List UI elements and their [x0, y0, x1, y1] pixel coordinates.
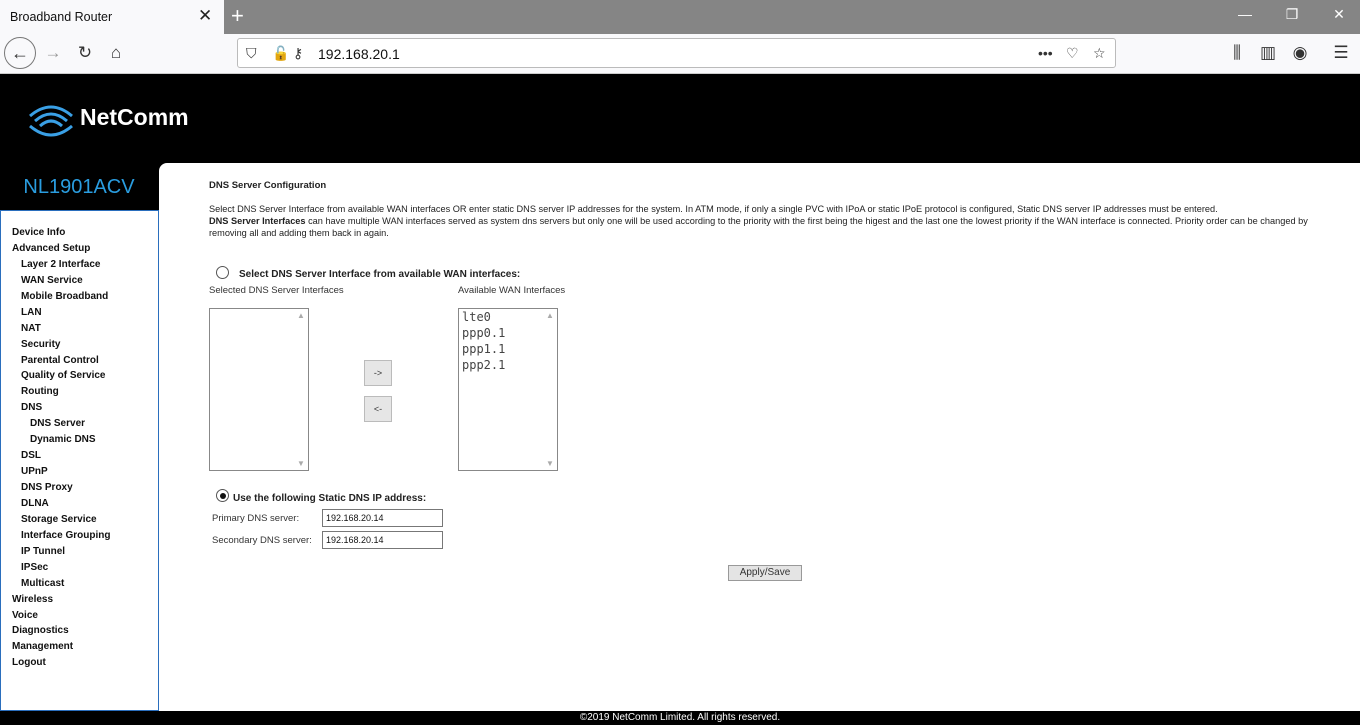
key-icon[interactable]: ⚷	[293, 45, 303, 62]
scroll-down-icon[interactable]: ▼	[297, 459, 305, 468]
static-dns-radio-label: Use the following Static DNS IP address:	[233, 493, 427, 504]
netcomm-logo: NetComm	[28, 100, 189, 143]
available-interfaces-label: Available WAN Interfaces	[458, 285, 566, 296]
interface-radio-label: Select DNS Server Interface from availab…	[239, 269, 521, 280]
available-interfaces-list[interactable]: ▲ ▼ lte0 ppp0.1 ppp1.1 ppp2.1	[458, 308, 558, 471]
remove-interface-button[interactable]: <-	[364, 396, 392, 422]
shield-icon[interactable]: ⛉	[246, 45, 257, 62]
primary-dns-label: Primary DNS server:	[212, 513, 300, 524]
sidebar-item-management[interactable]: Management	[1, 639, 158, 655]
scrollbar[interactable]: ▲ ▼	[543, 309, 557, 470]
sidebar-item-upnp[interactable]: UPnP	[1, 464, 158, 480]
sidebar-item-storage-service[interactable]: Storage Service	[1, 512, 158, 528]
library-icon[interactable]: ⫼	[1225, 43, 1249, 63]
sidebar-item-multicast[interactable]: Multicast	[1, 576, 158, 592]
sidebar-item-dns-server[interactable]: DNS Server	[1, 416, 158, 432]
home-icon[interactable]: ⌂	[104, 43, 128, 63]
page-title: DNS Server Configuration	[209, 180, 327, 191]
sidebar-icon[interactable]: ▥	[1256, 43, 1280, 63]
minimize-icon[interactable]: —	[1235, 6, 1255, 22]
forward-icon[interactable]: →	[41, 43, 65, 63]
tab-title: Broadband Router	[10, 10, 113, 24]
sidebar-item-dynamic-dns[interactable]: Dynamic DNS	[1, 432, 158, 448]
primary-dns-input[interactable]: 192.168.20.14	[322, 509, 443, 527]
sidebar-item-interface-grouping[interactable]: Interface Grouping	[1, 528, 158, 544]
new-tab-icon[interactable]: +	[231, 3, 244, 29]
restore-icon[interactable]: ❐	[1282, 6, 1302, 23]
router-page: NetComm NL1901ACV Device Info Advanced Se…	[0, 74, 1360, 725]
sidebar-item-dlna[interactable]: DLNA	[1, 496, 158, 512]
menu-icon[interactable]: ☰	[1329, 43, 1353, 63]
wifi-logo-icon	[29, 105, 73, 137]
sidebar-item-diagnostics[interactable]: Diagnostics	[1, 623, 158, 639]
browser-nav-bar: ← → ↻ ⌂ ⛉ 🔓 ⚷ 192.168.20.1 ••• ♡ ☆ ⫼ ▥ ◉…	[0, 34, 1360, 74]
sidebar-item-quality-of-service[interactable]: Quality of Service	[1, 368, 158, 384]
main-content: DNS Server Configuration Select DNS Serv…	[159, 163, 1360, 711]
sidebar-item-ip-tunnel[interactable]: IP Tunnel	[1, 544, 158, 560]
sidebar-item-advanced-setup[interactable]: Advanced Setup	[1, 241, 158, 257]
sidebar-item-security[interactable]: Security	[1, 337, 158, 353]
sidebar-item-routing[interactable]: Routing	[1, 384, 158, 400]
close-tab-icon[interactable]: ✕	[198, 6, 212, 26]
brand-name: NetComm	[80, 104, 189, 130]
sidebar-item-dns[interactable]: DNS	[1, 400, 158, 416]
sidebar-item-layer-2-interface[interactable]: Layer 2 Interface	[1, 257, 158, 273]
sidebar-item-lan[interactable]: LAN	[1, 305, 158, 321]
footer-copyright: ©2019 NetComm Limited. All rights reserv…	[0, 711, 1360, 725]
description-line-1: Select DNS Server Interface from availab…	[209, 204, 1218, 214]
static-dns-radio[interactable]	[216, 489, 229, 502]
sidebar-item-parental-control[interactable]: Parental Control	[1, 353, 158, 369]
bookmark-star-icon[interactable]: ☆	[1093, 45, 1106, 62]
sidebar-item-dsl[interactable]: DSL	[1, 448, 158, 464]
interface-radio[interactable]	[216, 266, 229, 279]
add-interface-button[interactable]: ->	[364, 360, 392, 386]
description-line-2: can have multiple WAN interfaces served …	[209, 216, 1308, 238]
sidebar-item-logout[interactable]: Logout	[1, 655, 158, 671]
back-icon[interactable]: ←	[4, 37, 36, 69]
reload-icon[interactable]: ↻	[73, 43, 97, 63]
description-bold: DNS Server Interfaces	[209, 216, 306, 226]
sidebar-item-dns-proxy[interactable]: DNS Proxy	[1, 480, 158, 496]
insecure-lock-icon[interactable]: 🔓	[272, 45, 289, 62]
scroll-up-icon[interactable]: ▲	[297, 311, 305, 320]
browser-tab-bar: Broadband Router ✕ + — ❐ ✕	[0, 0, 1360, 34]
more-icon[interactable]: •••	[1038, 45, 1053, 61]
sidebar-item-voice[interactable]: Voice	[1, 608, 158, 624]
close-window-icon[interactable]: ✕	[1329, 6, 1349, 23]
selected-interfaces-list[interactable]: ▲ ▼	[209, 308, 309, 471]
sidebar-item-mobile-broadband[interactable]: Mobile Broadband	[1, 289, 158, 305]
model-name: NL1901ACV	[23, 176, 135, 198]
sidebar-item-ipsec[interactable]: IPSec	[1, 560, 158, 576]
sidebar-nav: Device Info Advanced Setup Layer 2 Interfa…	[0, 210, 159, 711]
url-bar[interactable]: ⛉ 🔓 ⚷ 192.168.20.1 ••• ♡ ☆	[237, 38, 1116, 68]
sidebar-item-wireless[interactable]: Wireless	[1, 592, 158, 608]
secondary-dns-input[interactable]: 192.168.20.14	[322, 531, 443, 549]
scroll-down-icon[interactable]: ▼	[546, 459, 554, 468]
pocket-icon[interactable]: ♡	[1066, 45, 1079, 62]
sidebar-item-device-info[interactable]: Device Info	[1, 225, 158, 241]
sidebar-item-nat[interactable]: NAT	[1, 321, 158, 337]
browser-tab[interactable]: Broadband Router ✕	[0, 0, 224, 34]
url-text[interactable]: 192.168.20.1	[318, 46, 400, 62]
sidebar-item-wan-service[interactable]: WAN Service	[1, 273, 158, 289]
scroll-up-icon[interactable]: ▲	[546, 311, 554, 320]
account-icon[interactable]: ◉	[1288, 43, 1312, 63]
scrollbar[interactable]: ▲ ▼	[294, 309, 308, 470]
description: Select DNS Server Interface from availab…	[209, 203, 1319, 239]
secondary-dns-label: Secondary DNS server:	[212, 535, 312, 546]
selected-interfaces-label: Selected DNS Server Interfaces	[209, 285, 344, 296]
apply-save-button[interactable]: Apply/Save	[728, 565, 802, 581]
